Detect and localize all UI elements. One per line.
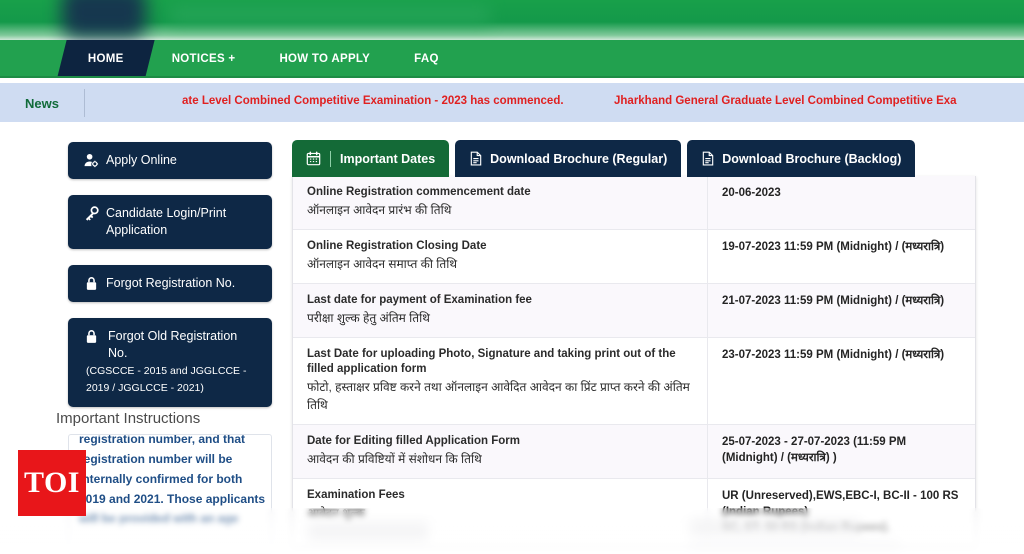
sidebar-item-forgot-old-registration[interactable]: Forgot Old Registration No. (CGSCCE - 20… [68, 318, 272, 407]
document-icon [469, 151, 483, 166]
row-value: 20-06-2023 [722, 187, 781, 199]
sidebar-item-apply-online-label: Apply Online [106, 153, 177, 167]
table-row: Last Date for uploading Photo, Signature… [293, 337, 975, 425]
nav-item-home-label: HOME [88, 52, 124, 65]
table-row: Online Registration commencement date ऑन… [293, 176, 975, 230]
blurred-content-block [308, 524, 428, 544]
row-label-en: Last Date for uploading Photo, Signature… [307, 348, 676, 375]
navbar-items: HOME NOTICES + HOW TO APPLY FAQ [57, 40, 461, 77]
table-cell-label: Last date for payment of Examination fee… [293, 283, 708, 338]
table-cell-label: Online Registration commencement date ऑन… [293, 176, 708, 230]
tab-important-dates[interactable]: Important Dates [292, 140, 450, 177]
instructions-fade [69, 531, 271, 553]
tab-important-dates-label: Important Dates [340, 151, 436, 166]
row-value: 19-07-2023 11:59 PM (Midnight) / (मध्यरा… [722, 241, 945, 253]
table-cell-value: UR (Unreserved),EWS,EBC-I, BC-II - 100 R… [707, 478, 975, 547]
row-label-hi: आवेदन की प्रविष्टियों में संशोधन कि तिथि [307, 452, 482, 466]
row-value: 21-07-2023 11:59 PM (Midnight) / (मध्यरा… [722, 295, 945, 307]
row-label-en: Date for Editing filled Application Form [307, 435, 520, 447]
content-tabs: Important Dates Download Brochure (Regul… [292, 140, 976, 177]
sidebar-item-forgot-registration[interactable]: Forgot Registration No. [68, 265, 272, 302]
nav-item-home[interactable]: HOME [57, 40, 155, 77]
news-item[interactable]: ate Level Combined Competitive Examinati… [182, 95, 564, 107]
row-label-hi: आवेदन शुल्क [307, 506, 366, 520]
important-dates-panel: Online Registration commencement date ऑन… [292, 176, 976, 548]
blurred-content-block [690, 542, 900, 554]
table-row: Last date for payment of Examination fee… [293, 283, 975, 338]
nav-item-notices-label: NOTICES + [171, 52, 236, 65]
sidebar: Apply Online Candidate Login/Print Appli… [68, 142, 272, 423]
table-cell-value: 25-07-2023 - 27-07-2023 (11:59 PM (Midni… [707, 424, 975, 479]
table-row: Online Registration Closing Date ऑनलाइन … [293, 229, 975, 284]
nav-item-faq-label: FAQ [414, 52, 439, 65]
nav-item-how-to-apply-label: HOW TO APPLY [279, 52, 371, 65]
sidebar-item-candidate-login-label: Candidate Login/Print Application [106, 206, 227, 237]
banner-title-blurred [170, 6, 490, 24]
news-item[interactable]: Jharkhand General Graduate Level Combine… [614, 95, 957, 107]
main-content: Important Dates Download Brochure (Regul… [292, 140, 976, 548]
toi-logo-text: TOI [24, 466, 80, 499]
row-label-en: Last date for payment of Examination fee [307, 294, 532, 306]
tab-download-brochure-backlog-label: Download Brochure (Backlog) [722, 151, 902, 166]
important-instructions-box[interactable]: registration number, and that registrati… [68, 434, 272, 554]
sidebar-item-forgot-registration-label: Forgot Registration No. [106, 276, 236, 290]
table-cell-label: Online Registration Closing Date ऑनलाइन … [293, 229, 708, 284]
important-instructions-text: registration number, and that registrati… [79, 434, 266, 526]
row-label-hi: ऑनलाइन आवेदन प्रारंभ की तिथि [307, 203, 452, 217]
site-banner [0, 0, 1024, 40]
row-label-en: Online Registration commencement date [307, 186, 531, 198]
important-instructions-title: Important Instructions [56, 410, 201, 427]
nav-item-faq[interactable]: FAQ [392, 40, 461, 77]
important-dates-table: Online Registration commencement date ऑन… [293, 176, 975, 547]
row-value: 25-07-2023 - 27-07-2023 (11:59 PM (Midni… [722, 436, 907, 464]
table-cell-value: 21-07-2023 11:59 PM (Midnight) / (मध्यरा… [707, 283, 975, 338]
nav-item-notices[interactable]: NOTICES + [150, 40, 258, 77]
sidebar-item-apply-online[interactable]: Apply Online [68, 142, 272, 179]
row-label-hi: परीक्षा शुल्क हेतु अंतिम तिथि [307, 311, 430, 325]
tab-separator [330, 150, 331, 167]
news-ticker: News ate Level Combined Competitive Exam… [0, 82, 1024, 123]
table-cell-value: 20-06-2023 [707, 176, 975, 230]
row-label-hi: ऑनलाइन आवेदन समाप्त की तिथि [307, 257, 458, 271]
table-row: Date for Editing filled Application Form… [293, 424, 975, 479]
table-cell-label: Date for Editing filled Application Form… [293, 424, 708, 479]
tab-download-brochure-backlog[interactable]: Download Brochure (Backlog) [687, 140, 916, 177]
calendar-icon [306, 151, 321, 166]
blurred-content-block [690, 522, 860, 536]
person-gear-icon [80, 153, 102, 168]
lock-icon [80, 329, 102, 344]
row-label-en: Online Registration Closing Date [307, 240, 487, 252]
sidebar-item-forgot-old-registration-label: Forgot Old Registration No. (CGSCCE - 20… [86, 328, 260, 397]
sidebar-item-forgot-old-registration-title: Forgot Old Registration No. [108, 329, 238, 360]
news-track: ate Level Combined Competitive Examinati… [85, 83, 1024, 123]
main-navbar: HOME NOTICES + HOW TO APPLY FAQ [0, 40, 1024, 77]
nav-item-how-to-apply[interactable]: HOW TO APPLY [257, 40, 392, 77]
key-icon [80, 206, 102, 221]
tab-download-brochure-regular-label: Download Brochure (Regular) [490, 151, 668, 166]
table-cell-label: Last Date for uploading Photo, Signature… [293, 337, 708, 425]
lock-icon [80, 276, 102, 291]
sidebar-item-forgot-old-registration-sub: (CGSCCE - 2015 and JGGLCCE - 2019 / JGGL… [86, 365, 247, 394]
row-label-hi: फोटो, हस्ताक्षर प्रविष्ट करने तथा ऑनलाइन… [307, 380, 690, 412]
page-body: Apply Online Candidate Login/Print Appli… [0, 122, 1024, 554]
navbar-bottom-rule [0, 76, 1024, 78]
tab-download-brochure-regular[interactable]: Download Brochure (Regular) [455, 140, 682, 177]
toi-watermark-logo: TOI [18, 450, 86, 516]
sidebar-item-candidate-login[interactable]: Candidate Login/Print Application [68, 195, 272, 249]
table-cell-value: 19-07-2023 11:59 PM (Midnight) / (मध्यरा… [707, 229, 975, 284]
table-cell-value: 23-07-2023 11:59 PM (Midnight) / (मध्यरा… [707, 337, 975, 425]
banner-logo-blurred [62, 0, 146, 38]
news-label: News [25, 95, 59, 111]
row-value: 23-07-2023 11:59 PM (Midnight) / (मध्यरा… [722, 349, 945, 361]
row-label-en: Examination Fees [307, 489, 405, 501]
document-icon [701, 151, 715, 166]
